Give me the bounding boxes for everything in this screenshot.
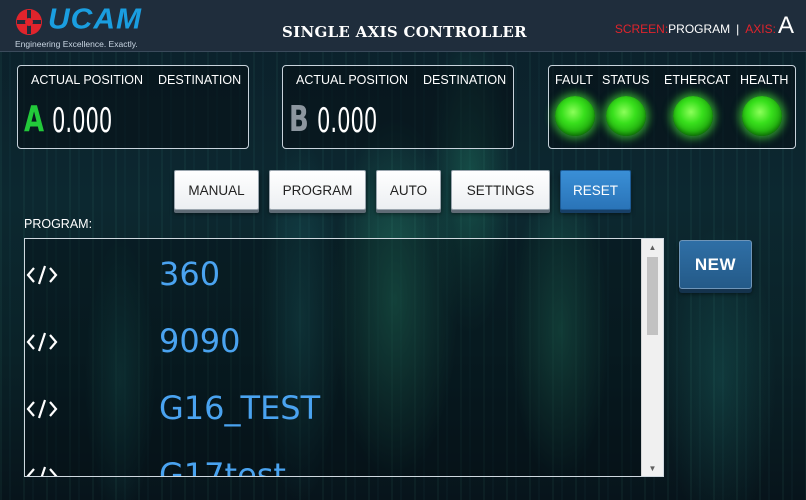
axis-b-destination-label: DESTINATION [423,73,507,87]
program-list-item[interactable]: 360 [25,241,641,308]
axis-a-destination-label: DESTINATION [158,73,242,87]
axis-a-letter: A [24,99,45,140]
axis-b-letter: B [289,99,309,140]
axis-label: AXIS: [745,22,776,36]
code-icon [26,466,58,476]
manual-button[interactable]: MANUAL [174,170,259,210]
header-separator: | [736,22,740,36]
program-list[interactable]: 360 9090 G16_TEST G17test ▲ ▼ [24,238,664,477]
program-list-item[interactable]: G16_TEST [25,375,641,442]
scrollbar-thumb[interactable] [647,257,658,335]
ethercat-indicator-led [673,96,713,136]
status-label: STATUS [602,73,650,87]
axis-a-actual-label: ACTUAL POSITION [31,73,144,87]
code-icon [26,265,58,285]
screen-label: SCREEN: [614,22,669,36]
program-list-item[interactable]: 9090 [25,308,641,375]
program-list-item[interactable]: G17test [25,442,641,477]
reset-button[interactable]: RESET [560,170,631,210]
scroll-down-arrow-icon[interactable]: ▼ [642,460,663,476]
settings-button[interactable]: SETTINGS [451,170,550,210]
axis-value: A [777,12,794,39]
screen-info: SCREEN: PROGRAM | AXIS: A [615,14,794,38]
axis-b-position-panel: ACTUAL POSITION DESTINATION B 0.000 [282,65,514,149]
logo-wordmark: UCAM [48,3,142,36]
status-panel: FAULT STATUS ETHERCAT HEALTH [548,65,796,149]
fault-label: FAULT [555,73,593,87]
header-bar: UCAM Engineering Excellence. Exactly. SI… [0,0,806,52]
scroll-up-arrow-icon[interactable]: ▲ [642,239,663,255]
program-name: 360 [159,255,221,293]
screen-value: PROGRAM [668,22,731,36]
ucam-logo: UCAM Engineering Excellence. Exactly. [14,3,154,49]
axis-a-position-value: 0.000 [52,101,113,141]
program-button[interactable]: PROGRAM [269,170,366,210]
logo-mark-icon [16,9,42,35]
app-title: SINGLE AXIS CONTROLLER [282,23,527,41]
program-list-scrollbar[interactable]: ▲ ▼ [641,239,663,476]
auto-button[interactable]: AUTO [376,170,441,210]
axis-a-position-panel: ACTUAL POSITION DESTINATION A 0.000 [17,65,249,149]
program-name: 9090 [159,322,241,360]
fault-indicator-led [555,96,595,136]
program-list-label: PROGRAM: [24,217,93,231]
logo-tagline: Engineering Excellence. Exactly. [15,39,138,49]
program-name: G17test [159,456,286,477]
ethercat-label: ETHERCAT [664,73,731,87]
health-indicator-led [742,96,782,136]
axis-b-position-value: 0.000 [317,101,378,141]
code-icon [26,399,58,419]
axis-b-actual-label: ACTUAL POSITION [296,73,409,87]
new-program-button[interactable]: NEW [679,240,752,289]
health-label: HEALTH [740,73,789,87]
code-icon [26,332,58,352]
status-indicator-led [606,96,646,136]
program-name: G16_TEST [159,389,321,427]
